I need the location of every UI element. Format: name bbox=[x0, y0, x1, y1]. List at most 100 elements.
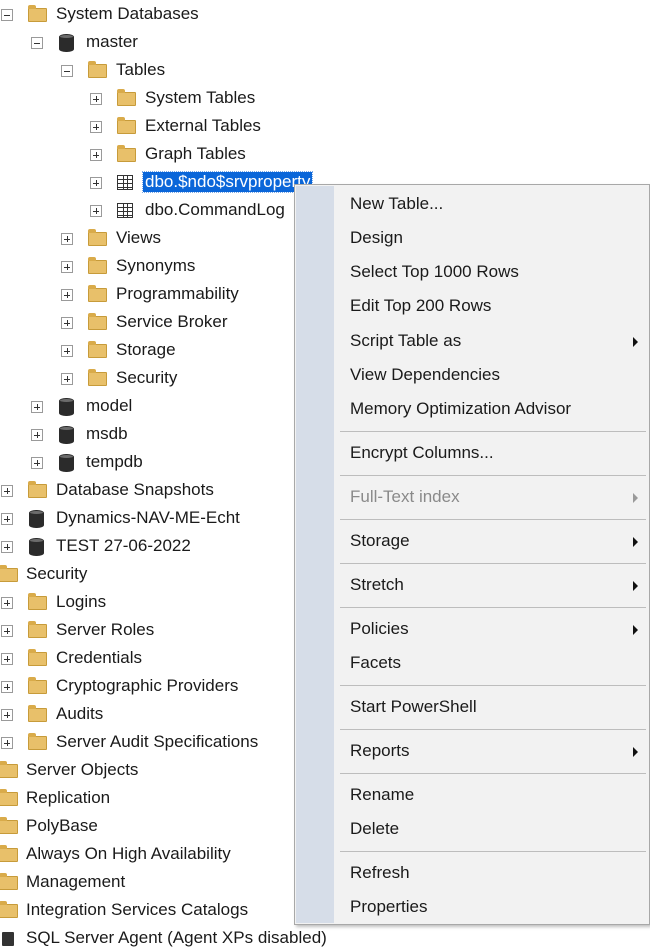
database-icon bbox=[59, 454, 74, 472]
tree-node-label: tempdb bbox=[86, 452, 143, 471]
tree-node-label: Security bbox=[116, 368, 178, 387]
folder-icon bbox=[28, 621, 47, 638]
menu-item-new-table[interactable]: New Table... bbox=[335, 189, 647, 219]
folder-icon bbox=[28, 593, 47, 610]
menu-item-refresh[interactable]: Refresh bbox=[335, 858, 647, 888]
expand-toggle-icon[interactable] bbox=[1, 681, 13, 693]
folder-icon bbox=[28, 649, 47, 666]
menu-item-full-text-index: Full-Text index bbox=[335, 482, 647, 512]
menu-item-stretch[interactable]: Stretch bbox=[335, 570, 647, 600]
expand-toggle-icon[interactable] bbox=[31, 401, 43, 413]
menu-separator bbox=[340, 729, 646, 730]
folder-icon bbox=[88, 229, 107, 246]
expand-toggle-icon[interactable] bbox=[1, 709, 13, 721]
table-icon bbox=[117, 203, 133, 218]
menu-item-start-powershell[interactable]: Start PowerShell bbox=[335, 692, 647, 722]
folder-icon bbox=[88, 257, 107, 274]
expand-toggle-icon[interactable] bbox=[90, 121, 102, 133]
menu-item-memory-optimization-advisor[interactable]: Memory Optimization Advisor bbox=[335, 394, 647, 424]
menu-item-design[interactable]: Design bbox=[335, 223, 647, 253]
folder-icon bbox=[117, 145, 136, 162]
menu-item-label: Script Table as bbox=[350, 331, 462, 350]
database-icon bbox=[59, 426, 74, 444]
menu-item-edit-top-200[interactable]: Edit Top 200 Rows bbox=[335, 291, 647, 321]
folder-icon bbox=[0, 565, 18, 582]
tree-node-label: PolyBase bbox=[26, 816, 98, 835]
context-menu-gutter bbox=[296, 186, 334, 923]
expand-toggle-icon[interactable] bbox=[61, 233, 73, 245]
menu-item-label: Design bbox=[350, 228, 403, 247]
expand-toggle-icon[interactable] bbox=[61, 289, 73, 301]
menu-item-facets[interactable]: Facets bbox=[335, 648, 647, 678]
menu-item-label: Start PowerShell bbox=[350, 697, 477, 716]
menu-item-properties[interactable]: Properties bbox=[335, 892, 647, 922]
menu-item-policies[interactable]: Policies bbox=[335, 614, 647, 644]
tree-node-label: Server Audit Specifications bbox=[56, 732, 259, 751]
expand-toggle-icon[interactable] bbox=[31, 429, 43, 441]
folder-icon bbox=[88, 341, 107, 358]
expand-toggle-icon[interactable] bbox=[61, 261, 73, 273]
menu-item-label: Reports bbox=[350, 741, 410, 760]
folder-icon bbox=[0, 845, 18, 862]
menu-item-delete[interactable]: Delete bbox=[335, 814, 647, 844]
menu-item-label: Facets bbox=[350, 653, 402, 672]
expand-toggle-icon[interactable] bbox=[90, 149, 102, 161]
tree-node-label: Server Roles bbox=[56, 620, 155, 639]
expand-toggle-icon[interactable] bbox=[1, 737, 13, 749]
menu-item-script-table-as[interactable]: Script Table as bbox=[335, 326, 647, 356]
tree-node-label: Tables bbox=[116, 60, 166, 79]
menu-item-rename[interactable]: Rename bbox=[335, 780, 647, 810]
server-agent-icon bbox=[2, 932, 14, 946]
submenu-arrow-icon bbox=[633, 537, 638, 547]
menu-item-reports[interactable]: Reports bbox=[335, 736, 647, 766]
tree-node-label: Cryptographic Providers bbox=[56, 676, 239, 695]
menu-item-label: Select Top 1000 Rows bbox=[350, 262, 519, 281]
menu-item-view-dependencies[interactable]: View Dependencies bbox=[335, 360, 647, 390]
tree-node-label: Server Objects bbox=[26, 760, 139, 779]
menu-separator bbox=[340, 475, 646, 476]
expand-toggle-icon[interactable] bbox=[1, 485, 13, 497]
menu-item-storage[interactable]: Storage bbox=[335, 526, 647, 556]
expand-toggle-icon[interactable] bbox=[61, 373, 73, 385]
expand-toggle-icon[interactable] bbox=[90, 205, 102, 217]
menu-item-label: Full-Text index bbox=[350, 487, 460, 506]
folder-icon bbox=[28, 481, 47, 498]
menu-separator bbox=[340, 607, 646, 608]
menu-item-select-top-1000[interactable]: Select Top 1000 Rows bbox=[335, 257, 647, 287]
expand-toggle-icon[interactable] bbox=[1, 513, 13, 525]
submenu-arrow-icon bbox=[633, 747, 638, 757]
menu-item-label: View Dependencies bbox=[350, 365, 500, 384]
menu-item-encrypt-columns[interactable]: Encrypt Columns... bbox=[335, 438, 647, 468]
expand-toggle-icon[interactable] bbox=[1, 653, 13, 665]
expand-toggle-icon[interactable] bbox=[31, 457, 43, 469]
tree-node-label: Views bbox=[116, 228, 162, 247]
collapse-toggle-icon[interactable] bbox=[31, 37, 43, 49]
menu-separator bbox=[340, 851, 646, 852]
submenu-arrow-icon bbox=[633, 625, 638, 635]
database-icon bbox=[59, 34, 74, 52]
folder-icon bbox=[28, 677, 47, 694]
folder-icon bbox=[88, 285, 107, 302]
collapse-toggle-icon[interactable] bbox=[1, 9, 13, 21]
menu-item-label: Rename bbox=[350, 785, 415, 804]
expand-toggle-icon[interactable] bbox=[1, 597, 13, 609]
folder-icon bbox=[28, 5, 47, 22]
tree-node-label: Storage bbox=[116, 340, 176, 359]
expand-toggle-icon[interactable] bbox=[1, 625, 13, 637]
tree-node-label: Graph Tables bbox=[145, 144, 246, 163]
expand-toggle-icon[interactable] bbox=[61, 345, 73, 357]
tree-node-label: External Tables bbox=[145, 116, 261, 135]
database-icon bbox=[29, 510, 44, 528]
expand-toggle-icon[interactable] bbox=[90, 93, 102, 105]
expand-toggle-icon[interactable] bbox=[61, 317, 73, 329]
collapse-toggle-icon[interactable] bbox=[61, 65, 73, 77]
tree-node-label: Synonyms bbox=[116, 256, 196, 275]
expand-toggle-icon[interactable] bbox=[90, 177, 102, 189]
tree-node-label: Management bbox=[26, 872, 126, 891]
tree-node-label: Dynamics-NAV-ME-Echt bbox=[56, 508, 240, 527]
submenu-arrow-icon bbox=[633, 493, 638, 503]
menu-item-label: Memory Optimization Advisor bbox=[350, 399, 572, 418]
tree-node-label: System Databases bbox=[56, 4, 199, 23]
expand-toggle-icon[interactable] bbox=[1, 541, 13, 553]
folder-icon bbox=[88, 313, 107, 330]
